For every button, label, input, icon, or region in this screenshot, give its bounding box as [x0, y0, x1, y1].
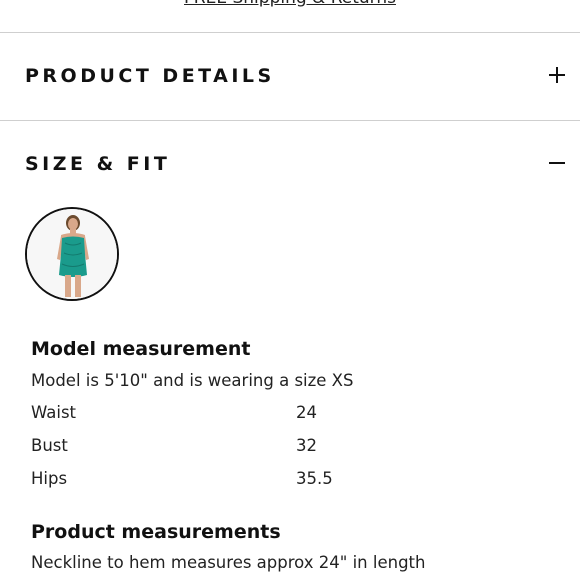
accordion-size-fit[interactable]: SIZE & FIT: [0, 121, 580, 207]
measurement-value-waist: 24: [296, 403, 317, 422]
accordion-title-product-details: PRODUCT DETAILS: [25, 65, 275, 87]
measurement-value-hips: 35.5: [296, 469, 333, 488]
model-photo-thumbnail[interactable]: [25, 207, 119, 301]
model-figure-icon: [27, 209, 117, 299]
measurement-label-hips: Hips: [31, 469, 68, 488]
plus-icon[interactable]: [549, 67, 565, 83]
product-measurements-text: Neckline to hem measures approx 24" in l…: [31, 553, 426, 572]
measurement-value-bust: 32: [296, 436, 317, 455]
measurement-label-waist: Waist: [31, 403, 77, 422]
accordion-title-size-fit: SIZE & FIT: [25, 153, 171, 175]
accordion-product-details[interactable]: PRODUCT DETAILS: [0, 33, 580, 119]
minus-icon[interactable]: [549, 155, 565, 171]
free-shipping-returns-link[interactable]: FREE Shipping & Returns: [0, 0, 580, 8]
model-measurement-summary: Model is 5'10" and is wearing a size XS: [31, 371, 354, 390]
measurement-label-bust: Bust: [31, 436, 68, 455]
product-measurements-heading: Product measurements: [31, 521, 281, 543]
model-measurement-heading: Model measurement: [31, 338, 251, 360]
